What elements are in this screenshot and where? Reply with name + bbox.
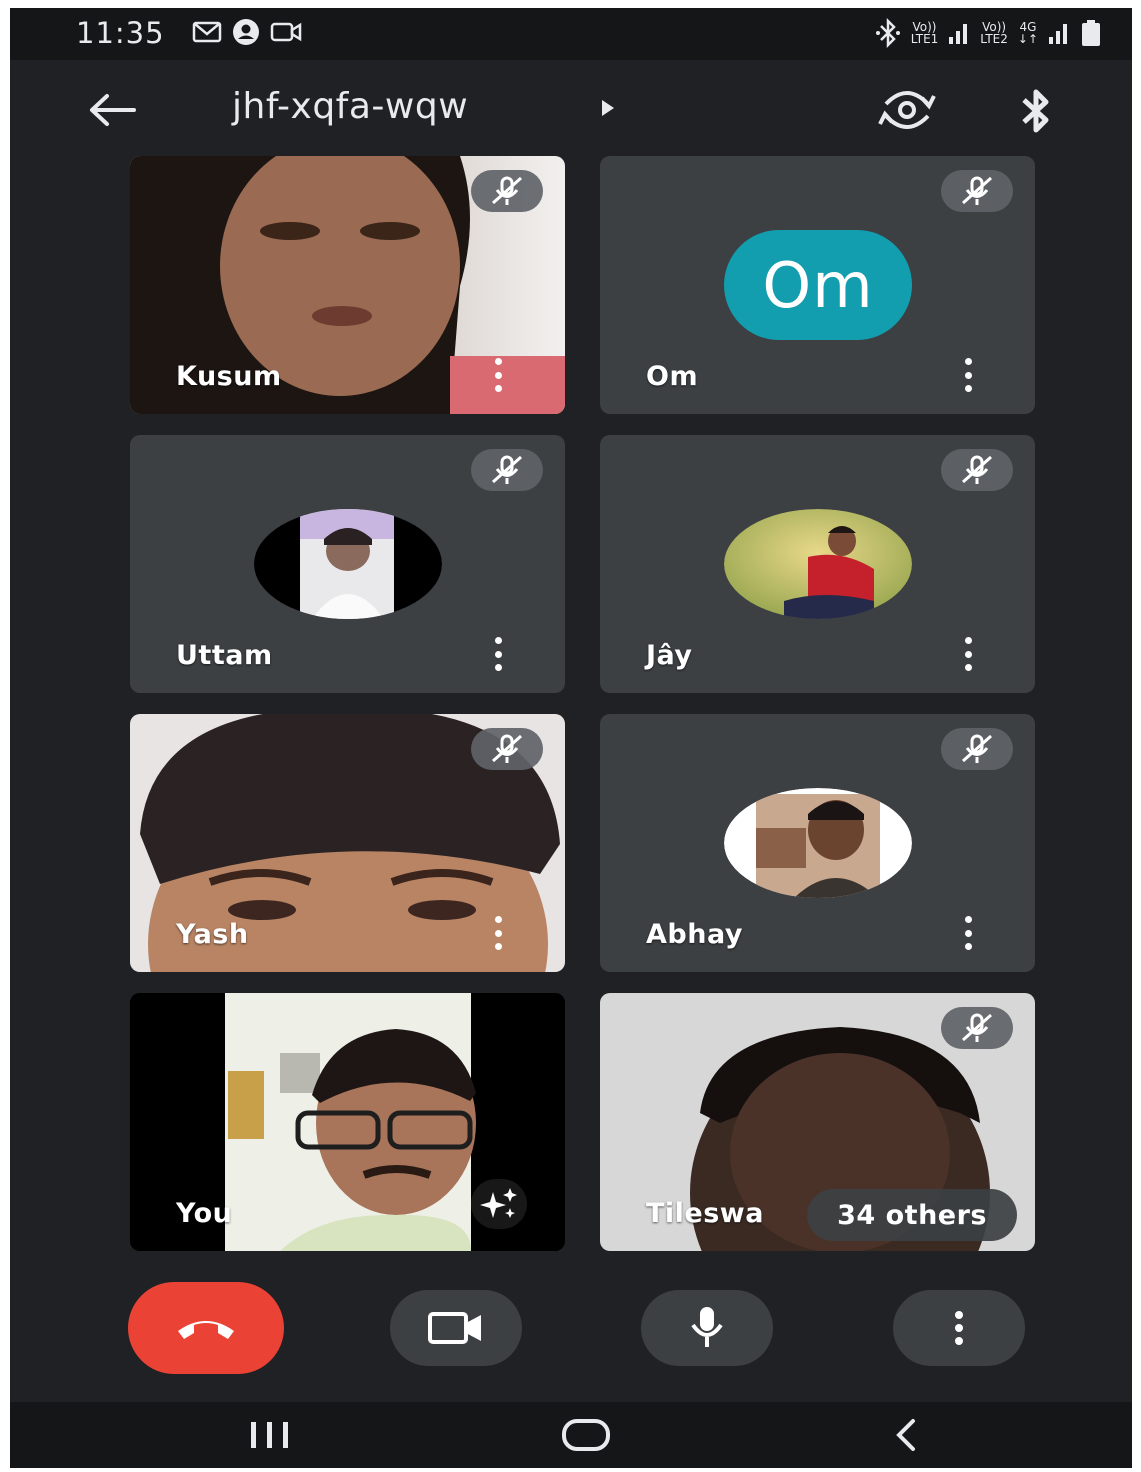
play-arrow-icon[interactable] <box>600 98 616 118</box>
battery-icon <box>1082 20 1100 46</box>
tile-more-options-button[interactable] <box>489 637 507 671</box>
back-arrow-icon <box>90 94 136 126</box>
participant-tile-kusum[interactable]: Kusum <box>130 156 565 414</box>
participant-name: Abhay <box>646 919 743 950</box>
end-call-button[interactable] <box>128 1282 284 1374</box>
profile-picture <box>254 509 442 619</box>
mic-off-icon <box>962 176 992 205</box>
microphone-toggle-button[interactable] <box>641 1290 773 1366</box>
participant-tile-tileswa[interactable]: Tileswa 34 others <box>600 993 1035 1251</box>
participant-tile-jay[interactable]: Jây <box>600 435 1035 693</box>
top-bar: jhf-xqfa-wqw <box>10 64 1132 154</box>
profile-picture <box>724 788 912 898</box>
mic-off-icon <box>962 734 992 763</box>
sim1-signal-icon <box>949 24 968 44</box>
tile-more-options-button[interactable] <box>959 358 977 392</box>
bluetooth-icon[interactable] <box>1016 86 1056 136</box>
participant-name: Tileswa <box>646 1198 764 1229</box>
mic-off-icon <box>492 734 522 763</box>
camera-toggle-button[interactable] <box>390 1290 522 1366</box>
participant-tile-abhay[interactable]: Abhay <box>600 714 1035 972</box>
sim1-label: Vo)) LTE1 <box>910 20 939 46</box>
sparkle-icon <box>480 1188 517 1218</box>
status-bar: 11:35 Vo)) LTE1 Vo)) LTE2 4G ↓↑ <box>10 8 1132 60</box>
muted-badge <box>941 449 1013 491</box>
bluetooth-icon <box>875 18 900 48</box>
participant-tile-om[interactable]: Om Om <box>600 156 1035 414</box>
recent-apps-button[interactable] <box>240 1412 300 1458</box>
mic-off-icon <box>962 455 992 484</box>
participant-tile-self[interactable]: You <box>130 993 565 1251</box>
meet-screen: 11:35 Vo)) LTE1 Vo)) LTE2 4G ↓↑ jhf-xqfa-wq… <box>10 8 1132 1468</box>
participant-name: Yash <box>176 919 249 950</box>
tile-more-options-button[interactable] <box>489 916 507 950</box>
call-controls <box>10 1280 1132 1376</box>
participant-name: Om <box>646 361 699 392</box>
back-button[interactable] <box>82 82 142 138</box>
mic-off-icon <box>492 176 522 205</box>
muted-badge <box>471 449 543 491</box>
recent-apps-icon <box>251 1422 288 1448</box>
participant-name: Kusum <box>176 361 282 392</box>
others-count-chip[interactable]: 34 others <box>807 1189 1017 1241</box>
switch-camera-icon[interactable] <box>874 84 940 136</box>
avatar-initials: Om <box>762 248 874 322</box>
initials-avatar: Om <box>724 230 912 340</box>
muted-badge <box>471 170 543 212</box>
more-options-icon <box>955 1311 963 1345</box>
sim2-label: Vo)) LTE2 <box>980 20 1008 46</box>
tile-more-options-button[interactable] <box>959 637 977 671</box>
video-icon <box>270 22 302 42</box>
tile-more-options-button[interactable] <box>959 916 977 950</box>
profile-picture <box>724 509 912 619</box>
muted-badge <box>471 728 543 770</box>
network-label: 4G ↓↑ <box>1017 20 1038 46</box>
mic-off-icon <box>492 455 522 484</box>
nav-back-button[interactable] <box>876 1412 936 1458</box>
status-time: 11:35 <box>76 16 165 50</box>
camera-icon <box>428 1312 481 1344</box>
participant-name: Uttam <box>176 640 273 671</box>
gmail-icon <box>192 21 222 43</box>
participant-name: You <box>176 1198 233 1229</box>
system-nav-bar <box>10 1402 1132 1468</box>
tile-more-options-button[interactable] <box>489 358 507 392</box>
muted-badge <box>941 170 1013 212</box>
end-call-icon <box>178 1321 234 1339</box>
home-button[interactable] <box>556 1412 616 1458</box>
microphone-icon <box>691 1307 723 1347</box>
participant-tile-uttam[interactable]: Uttam <box>130 435 565 693</box>
visual-effects-button[interactable] <box>471 1179 527 1229</box>
participant-name: Jây <box>646 640 693 671</box>
more-options-button[interactable] <box>893 1290 1025 1366</box>
back-icon <box>896 1419 915 1451</box>
sim2-signal-icon <box>1049 24 1067 44</box>
participant-tile-yash[interactable]: Yash <box>130 714 565 972</box>
home-icon <box>562 1419 610 1451</box>
account-icon <box>233 19 259 45</box>
meeting-code[interactable]: jhf-xqfa-wqw <box>232 86 468 127</box>
muted-badge <box>941 1007 1013 1049</box>
mic-off-icon <box>962 1013 992 1042</box>
muted-badge <box>941 728 1013 770</box>
